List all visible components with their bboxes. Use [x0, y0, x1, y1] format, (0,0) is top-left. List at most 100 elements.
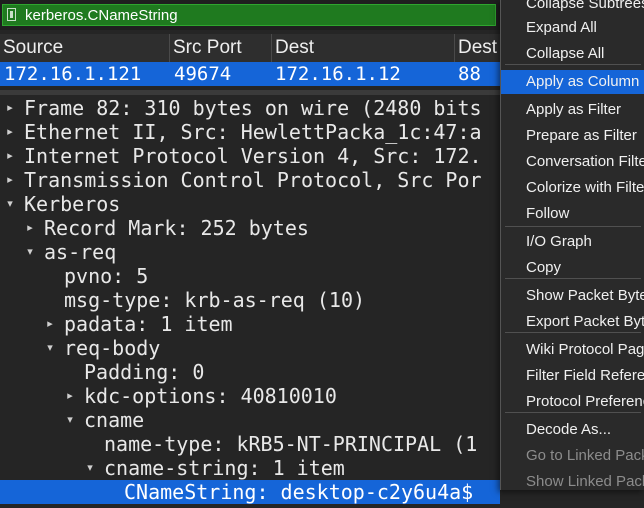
menu-item-conversation-filter[interactable]: Conversation Filter	[501, 150, 644, 174]
cell-dest: 172.16.1.12	[275, 63, 401, 85]
menu-item-prepare-as-filter[interactable]: Prepare as Filter	[501, 124, 644, 148]
tree-row[interactable]: ▾ as-req	[0, 240, 500, 264]
menu-item-decode-as[interactable]: Decode As...	[501, 418, 644, 442]
menu-item-label: Show Packet Bytes...	[526, 287, 644, 304]
collapsed-arrow-icon[interactable]: ▸	[4, 100, 16, 120]
collapsed-arrow-icon[interactable]: ▸	[4, 144, 16, 168]
menu-item-follow[interactable]: Follow	[501, 202, 644, 226]
column-header-source[interactable]: Source	[0, 34, 170, 62]
menu-item-collapse-subtrees[interactable]: Collapse Subtrees	[501, 0, 644, 16]
tree-row-label: Record Mark: 252 bytes	[44, 216, 309, 240]
column-header-src-port[interactable]: Src Port	[170, 34, 272, 62]
tree-row[interactable]: ▸ Ethernet II, Src: HewlettPacka_1c:47:a	[0, 120, 500, 144]
menu-item-apply-as-filter[interactable]: Apply as Filter	[501, 98, 644, 122]
cell-src-port: 49674	[174, 63, 232, 85]
tree-row-label: cname	[84, 408, 145, 432]
tree-row-label: Ethernet II, Src: HewlettPacka_1c:47:a	[24, 120, 482, 144]
tree-row[interactable]: name-type: kRB5-NT-PRINCIPAL (1	[0, 432, 500, 456]
tree-row[interactable]: ▸ padata: 1 item	[0, 312, 500, 336]
menu-item-label: Export Packet Bytes...	[526, 313, 644, 330]
collapsed-arrow-icon[interactable]: ▸	[24, 216, 36, 240]
tree-row-label: pvno: 5	[64, 264, 149, 288]
collapsed-arrow-icon[interactable]: ▸	[64, 384, 76, 408]
menu-item-label: Collapse Subtrees	[526, 0, 644, 12]
tree-row[interactable]: ▸ Internet Protocol Version 4, Src: 172.	[0, 144, 500, 168]
menu-item-filter-field-reference[interactable]: Filter Field Reference	[501, 364, 644, 388]
tree-row-label: Padding: 0	[84, 360, 205, 384]
menu-item-copy[interactable]: Copy	[501, 256, 644, 280]
menu-item-show-linked-packet[interactable]: Show Linked Packet	[501, 470, 644, 490]
menu-item-protocol-preferences[interactable]: Protocol Preferences	[501, 390, 644, 414]
menu-item-label: Apply as Column	[526, 73, 640, 90]
tree-row[interactable]: msg-type: krb-as-req (10)	[0, 288, 500, 312]
tree-row[interactable]: ▸ Record Mark: 252 bytes	[0, 216, 500, 240]
menu-item-label: Follow	[526, 205, 570, 222]
tree-row[interactable]: ▾ cname-string: 1 item	[0, 456, 500, 480]
tree-row-label: Transmission Control Protocol, Src Por	[24, 168, 482, 192]
menu-item-label: Collapse All	[526, 45, 605, 62]
menu-item-show-packet-bytes[interactable]: Show Packet Bytes...	[501, 284, 644, 308]
tree-row[interactable]: ▸ Transmission Control Protocol, Src Por	[0, 168, 500, 192]
tree-row-label: cname-string: 1 item	[104, 456, 345, 480]
collapsed-arrow-icon[interactable]: ▸	[4, 120, 16, 144]
tree-row-label: Frame 82: 310 bytes on wire (2480 bits	[24, 100, 482, 120]
collapsed-arrow-icon[interactable]: ▸	[44, 312, 56, 336]
menu-item-label: Show Linked Packet	[526, 473, 644, 490]
cell-dest-port: 88	[458, 63, 481, 85]
expanded-arrow-icon[interactable]: ▾	[84, 456, 96, 480]
menu-separator	[505, 226, 641, 227]
menu-item-wiki-protocol-page[interactable]: Wiki Protocol Page	[501, 338, 644, 362]
menu-item-label: I/O Graph	[526, 233, 592, 250]
menu-item-go-to-linked-packet[interactable]: Go to Linked Packet	[501, 444, 644, 468]
tree-row-label: name-type: kRB5-NT-PRINCIPAL (1	[104, 432, 478, 456]
expanded-arrow-icon[interactable]: ▾	[44, 336, 56, 360]
packet-list-row[interactable]: 172.16.1.121 49674 172.16.1.12 88	[0, 62, 500, 86]
menu-item-label: Conversation Filter	[526, 153, 644, 170]
menu-item-label: Protocol Preferences	[526, 393, 644, 410]
menu-item-label: Decode As...	[526, 421, 612, 438]
packet-list-header: Source Src Port Dest Dest	[0, 34, 500, 62]
menu-item-export-packet-bytes[interactable]: Export Packet Bytes...	[501, 310, 644, 334]
menu-item-i-o-graph[interactable]: I/O Graph	[501, 230, 644, 254]
tree-row-label: CNameString: desktop-c2y6u4a$	[124, 480, 474, 504]
tree-row-label: padata: 1 item	[64, 312, 233, 336]
tree-row-label: kdc-options: 40810010	[84, 384, 337, 408]
tree-row[interactable]: ▸ Frame 82: 310 bytes on wire (2480 bits	[0, 100, 500, 120]
menu-item-label: Filter Field Reference	[526, 367, 644, 384]
pane-splitter[interactable]	[0, 90, 500, 95]
tree-row[interactable]: ▾ Kerberos	[0, 192, 500, 216]
tree-row[interactable]: ▾ cname	[0, 408, 500, 432]
cell-source: 172.16.1.121	[4, 63, 142, 85]
tree-row-label: req-body	[64, 336, 161, 360]
menu-item-label: Apply as Filter	[526, 101, 622, 118]
menu-item-label: Go to Linked Packet	[526, 447, 644, 464]
column-header-dest-port[interactable]: Dest	[455, 34, 500, 62]
menu-item-label: Prepare as Filter	[526, 127, 637, 144]
expanded-arrow-icon[interactable]: ▾	[64, 408, 76, 432]
menu-item-expand-all[interactable]: Expand All	[501, 16, 644, 40]
column-header-dest[interactable]: Dest	[272, 34, 455, 62]
packet-details-tree: ▸ Frame 82: 310 bytes on wire (2480 bits ▸…	[0, 100, 500, 508]
display-filter-text: kerberos.CNameString	[25, 7, 178, 24]
tree-row-label: as-req	[44, 240, 117, 264]
menu-item-apply-as-column[interactable]: Apply as Column	[501, 70, 644, 94]
tree-row[interactable]: CNameString: desktop-c2y6u4a$	[0, 480, 500, 504]
menu-item-label: Copy	[526, 259, 562, 276]
tree-row-label: Internet Protocol Version 4, Src: 172.	[24, 144, 482, 168]
filter-toolbar: kerberos.CNameString	[0, 0, 500, 30]
menu-item-colorize-with-filter[interactable]: Colorize with Filter	[501, 176, 644, 200]
tree-row[interactable]: ▾ req-body	[0, 336, 500, 360]
expanded-arrow-icon[interactable]: ▾	[4, 192, 16, 216]
collapsed-arrow-icon[interactable]: ▸	[4, 168, 16, 192]
menu-item-collapse-all[interactable]: Collapse All	[501, 42, 644, 66]
expanded-arrow-icon[interactable]: ▾	[24, 240, 36, 264]
tree-row[interactable]: ▸ kdc-options: 40810010	[0, 384, 500, 408]
tree-row-label: Kerberos	[24, 192, 121, 216]
tree-row[interactable]: Padding: 0	[0, 360, 500, 384]
context-menu: Collapse Subtrees Expand All Collapse All A…	[500, 0, 644, 490]
bookmark-icon[interactable]	[7, 8, 16, 21]
tree-row[interactable]: pvno: 5	[0, 264, 500, 288]
tree-row-label: msg-type: krb-as-req (10)	[64, 288, 366, 312]
menu-item-label: Wiki Protocol Page	[526, 341, 644, 358]
display-filter-input[interactable]: kerberos.CNameString	[2, 4, 496, 26]
